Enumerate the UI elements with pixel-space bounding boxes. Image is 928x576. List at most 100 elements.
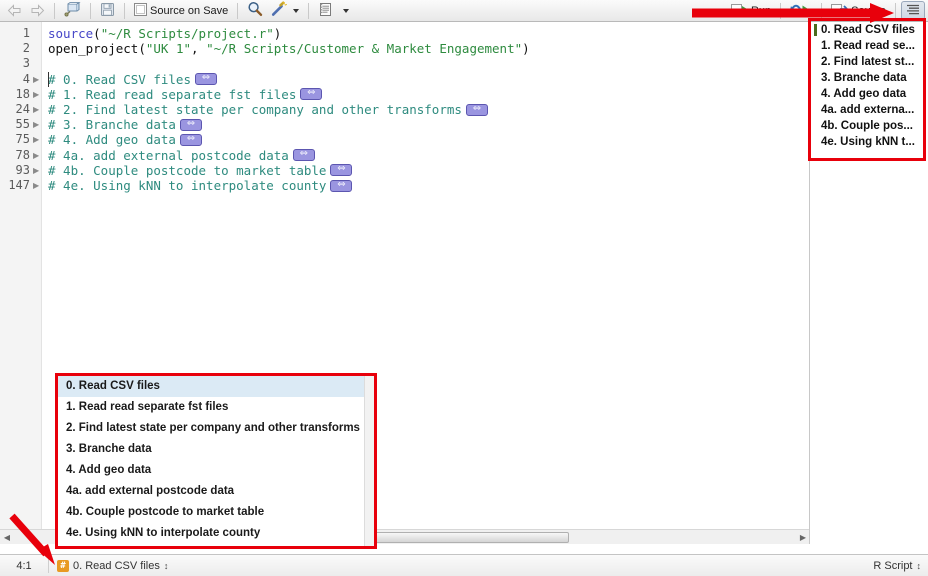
fold-toggle-icon[interactable]: ▶ — [33, 163, 41, 178]
jump-to-section-item[interactable]: 0. Read CSV files — [58, 376, 364, 397]
code-line[interactable]: # 4e. Using kNN to interpolate county — [48, 178, 353, 193]
jump-to-section-item[interactable]: 4. Add geo data — [58, 460, 364, 481]
code-token: source — [48, 26, 94, 41]
fold-toggle-icon[interactable]: ▶ — [33, 102, 41, 117]
current-section-selector[interactable]: # 0. Read CSV files ↕ — [49, 559, 168, 572]
outline-item[interactable]: 0. Read CSV files — [811, 22, 928, 38]
code-line[interactable]: # 0. Read CSV files — [48, 71, 217, 87]
jump-to-section-item[interactable]: 3. Branche data — [58, 439, 364, 460]
outline-item[interactable]: 4. Add geo data — [811, 86, 928, 102]
back-button[interactable] — [3, 1, 26, 20]
outline-item[interactable]: 1. Read read se... — [811, 38, 928, 54]
code-token: ( — [138, 41, 146, 57]
code-line[interactable]: # 3. Branche data — [48, 117, 202, 132]
line-number: 75 — [15, 132, 30, 147]
outline-lines-icon — [905, 3, 921, 19]
source-button[interactable]: Source — [827, 1, 890, 20]
fold-toggle-icon[interactable]: ▶ — [33, 148, 41, 163]
save-icon — [100, 2, 115, 20]
scroll-right-arrow[interactable]: ▶ — [796, 533, 809, 542]
rerun-previous-button[interactable] — [786, 1, 816, 20]
line-number: 4 — [22, 71, 30, 86]
collapsed-code-badge[interactable] — [179, 117, 202, 131]
fold-toggle-icon[interactable]: ▶ — [33, 87, 41, 102]
code-line[interactable]: # 2. Find latest state per company and o… — [48, 102, 488, 117]
file-type-selector[interactable]: R Script ↕ — [873, 560, 928, 572]
jump-to-section-item[interactable]: 4a. add external postcode data — [58, 481, 364, 502]
code-token: # 1. Read read separate fst files — [48, 86, 297, 102]
compile-report-button[interactable] — [314, 1, 337, 20]
outline-item[interactable]: 4b. Couple pos... — [811, 118, 928, 134]
outline-item[interactable]: 2. Find latest st... — [811, 54, 928, 70]
outline-item[interactable]: 4e. Using kNN t... — [811, 134, 928, 150]
outline-item[interactable]: 3. Branche data — [811, 70, 928, 86]
collapsed-code-badge[interactable] — [465, 102, 488, 116]
hash-section-icon: # — [57, 559, 69, 572]
collapsed-code-badge[interactable] — [195, 71, 217, 86]
code-token: # 3. Branche data — [48, 117, 176, 133]
up-down-arrows-icon[interactable]: ↕ — [164, 561, 168, 571]
outline-item[interactable]: 4a. add externa... — [811, 102, 928, 118]
rstudio-source-pane: Source on Save Run Source 1 2 3 4 ▶ 18 ▶… — [0, 0, 928, 576]
jump-to-section-item[interactable]: 1. Read read separate fst files — [58, 397, 364, 418]
chevron-down-icon — [343, 8, 350, 13]
code-line[interactable]: # 1. Read read separate fst files — [48, 86, 323, 102]
fold-toggle-icon[interactable]: ▶ — [33, 117, 41, 132]
code-tools-button[interactable] — [267, 1, 303, 20]
notebook-icon — [318, 2, 333, 20]
jump-to-section-item[interactable]: 4b. Couple postcode to market table — [58, 502, 364, 523]
fold-toggle-icon[interactable]: ▶ — [33, 72, 41, 87]
code-token: ) — [522, 41, 530, 57]
forward-button[interactable] — [26, 1, 49, 20]
toolbar-divider — [90, 2, 91, 19]
editor-status-bar: 4:1 # 0. Read CSV files ↕ R Script ↕ — [0, 554, 928, 576]
show-document-outline-button[interactable] — [901, 1, 925, 20]
toolbar-divider — [54, 2, 55, 19]
find-replace-button[interactable] — [243, 1, 267, 20]
up-down-arrows-icon[interactable]: ↕ — [917, 561, 921, 571]
line-number: 93 — [15, 162, 30, 177]
toolbar-divider — [821, 2, 823, 19]
jump-to-section-item[interactable]: 4e. Using kNN to interpolate county — [58, 523, 364, 544]
code-line[interactable]: # 4a. add external postcode data — [48, 147, 315, 163]
code-token: # 2. Find latest state per company and o… — [48, 102, 462, 117]
toolbar-divider — [780, 2, 782, 19]
popup-scrollbar[interactable] — [364, 376, 374, 546]
jump-to-section-item[interactable]: 2. Find latest state per company and oth… — [58, 418, 364, 439]
fold-toggle-icon[interactable]: ▶ — [33, 178, 41, 193]
collapsed-code-badge[interactable] — [330, 178, 353, 192]
code-line[interactable]: # 4b. Couple postcode to market table — [48, 162, 353, 178]
code-line[interactable]: # 4. Add geo data — [48, 132, 202, 147]
code-line[interactable]: source("~/R Scripts/project.r") — [48, 26, 281, 41]
source-on-save-checkbox[interactable]: Source on Save — [130, 1, 232, 20]
source-on-save-label: Source on Save — [150, 4, 229, 17]
code-line[interactable]: open_project("UK 1", "~/R Scripts/Custom… — [48, 41, 530, 56]
jump-to-section-popup[interactable]: 0. Read CSV files 1. Read read separate f… — [57, 375, 375, 547]
code-token: # 0. Read CSV files — [48, 71, 191, 87]
compile-report-menu-button[interactable] — [337, 1, 353, 20]
line-number: 24 — [15, 102, 30, 116]
save-button[interactable] — [96, 1, 119, 20]
collapsed-code-badge[interactable] — [300, 86, 323, 101]
code-token: "~/R Scripts/Customer & Market Engagemen… — [206, 41, 523, 57]
checkbox-icon — [134, 2, 147, 19]
document-outline-panel[interactable]: 0. Read CSV files 1. Read read se... 2. Fi… — [811, 22, 928, 544]
code-token: , — [191, 41, 207, 57]
collapsed-code-badge[interactable] — [330, 162, 353, 177]
jump-to-section-list[interactable]: 0. Read CSV files 1. Read read separate f… — [58, 376, 364, 546]
line-number: 2 — [22, 41, 30, 56]
run-label: Run — [750, 4, 772, 17]
collapsed-code-badge[interactable] — [179, 132, 202, 146]
run-button[interactable]: Run — [727, 1, 775, 20]
show-in-new-window-button[interactable] — [60, 1, 85, 20]
scroll-left-arrow[interactable]: ◀ — [0, 533, 14, 542]
line-number: 55 — [15, 117, 30, 132]
fold-toggle-icon[interactable]: ▶ — [33, 132, 41, 147]
show-in-new-window-icon — [64, 1, 81, 20]
chevron-down-icon[interactable] — [293, 8, 300, 13]
rerun-previous-icon — [790, 2, 812, 19]
text-cursor — [48, 71, 49, 87]
code-token: ( — [93, 26, 101, 41]
cursor-position: 4:1 — [16, 559, 32, 572]
collapsed-code-badge[interactable] — [292, 147, 315, 162]
